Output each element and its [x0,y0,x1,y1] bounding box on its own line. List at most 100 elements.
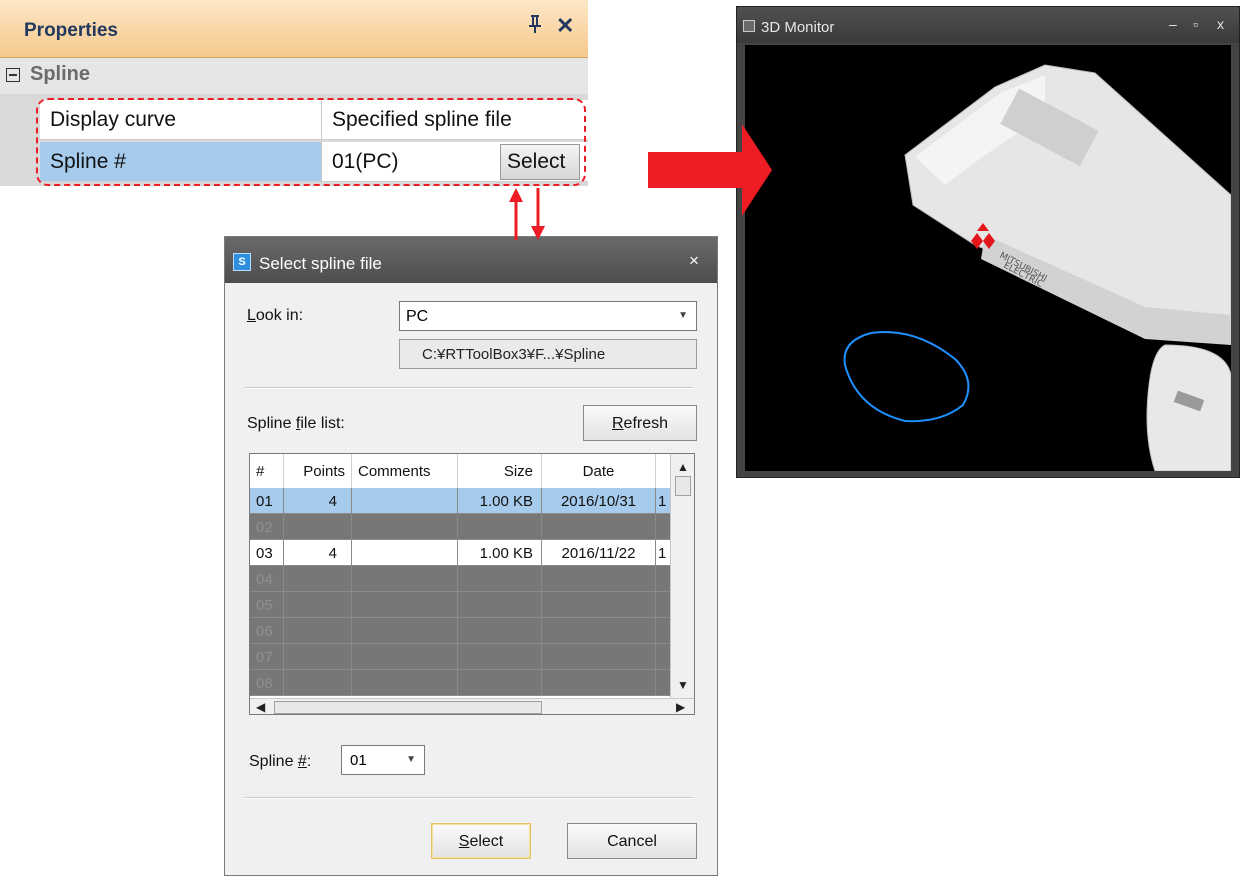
cell-extra: 1 [658,545,667,562]
label-accelerator: # [297,753,307,770]
table-row[interactable]: 07 [250,644,670,670]
scroll-up-icon[interactable]: ▲ [677,460,689,474]
cell-number: 05 [250,592,284,618]
cell-number: 06 [250,618,284,644]
table-row[interactable]: 01 4 1.00 KB 2016/10/31 1 [250,488,670,514]
button-text: elect [469,833,504,850]
spline-number-label: Spline #: [249,753,311,771]
cell-comments [352,592,458,618]
label-text: ile list: [300,415,345,432]
monitor-titlebar[interactable]: 3D Monitor – ▫ x [737,7,1239,43]
monitor-title: 3D Monitor [761,19,835,36]
divider [245,387,693,389]
look-in-select[interactable]: PC ▼ [399,301,697,331]
cell-date [542,592,656,618]
cell-extra [656,592,670,618]
cell-size [458,644,542,670]
table-row[interactable]: 08 [250,670,670,696]
cell-extra [656,618,670,644]
cell-extra [656,514,670,540]
look-in-label: Look in: [247,307,303,325]
table-row[interactable]: 06 [250,618,670,644]
scroll-right-icon[interactable]: ▶ [676,700,685,714]
scroll-thumb[interactable] [274,701,542,714]
cell-extra [656,566,670,592]
cell-number: 04 [250,566,284,592]
cell-date: 2016/10/31 [542,488,656,514]
cell-date [542,514,656,540]
spline-number-select[interactable]: 01 ▼ [341,745,425,775]
3d-viewport[interactable]: MITSUBISHI ELECTRIC [745,45,1231,471]
scroll-down-icon[interactable]: ▼ [677,678,689,692]
cell-extra [656,644,670,670]
close-icon[interactable]: ✕ [556,13,574,39]
cell-size: 1.00 KB [458,540,542,566]
monitor-app-icon [743,20,755,32]
collapse-icon[interactable] [6,68,20,82]
column-header-points[interactable]: Points [284,454,352,488]
horizontal-scrollbar[interactable]: ◀ ▶ [250,698,694,714]
table-row[interactable]: 04 [250,566,670,592]
pin-glyph-icon [529,15,541,33]
column-header-comments[interactable]: Comments [352,454,458,488]
label-text: : [306,753,312,770]
table-row[interactable]: 05 [250,592,670,618]
cell-points [284,670,352,696]
cell-comments [352,540,458,566]
cell-size [458,514,542,540]
column-header-number[interactable]: # [250,454,284,488]
cell-number: 01 [250,488,284,514]
maximize-icon[interactable]: ▫ [1193,16,1198,32]
select-button[interactable]: Select [431,823,531,859]
pin-icon[interactable] [528,14,542,40]
label-text: Spline [247,415,296,432]
path-display: C:¥RTToolBox3¥F...¥Spline [399,339,697,369]
close-icon[interactable]: x [1217,16,1224,32]
close-icon[interactable]: × [689,251,699,271]
cell-comments [352,566,458,592]
cell-number: 08 [250,670,284,696]
robot-base-shape [1146,344,1231,471]
spline-file-table[interactable]: # Points Comments Size Date 01 4 1.00 KB 20… [249,453,695,715]
cell-comments [352,618,458,644]
cell-extra: 1 [658,493,667,510]
minimize-icon[interactable]: – [1169,16,1177,32]
refresh-button[interactable]: Refresh [583,405,697,441]
look-in-value: PC [406,308,429,325]
chevron-down-icon: ▼ [678,310,688,321]
cell-number: 02 [250,514,284,540]
divider [245,797,693,799]
label-text: ook in: [255,307,304,324]
up-arrow-head [509,188,523,202]
spline-curve [843,331,970,423]
category-spline[interactable]: Spline [0,58,588,94]
button-accelerator: S [458,833,470,850]
column-header-date[interactable]: Date [542,454,656,488]
cell-extra [656,670,670,696]
table-row[interactable]: 03 4 1.00 KB 2016/11/22 1 [250,540,670,566]
cell-size: 1.00 KB [458,488,542,514]
cell-points [284,618,352,644]
scroll-thumb[interactable] [675,476,691,496]
select-spline-dialog: S Select spline file × Look in: PC ▼ C:¥… [224,236,718,876]
dialog-title: Select spline file [259,254,382,273]
properties-header: Properties ✕ [0,0,588,58]
dialog-titlebar[interactable]: S Select spline file × [225,237,717,283]
highlight-frame [36,98,586,186]
robot-scene: MITSUBISHI ELECTRIC [843,64,1231,471]
cell-comments [352,488,458,514]
cell-points: 4 [284,540,352,566]
cell-date [542,618,656,644]
scroll-left-icon[interactable]: ◀ [256,700,265,714]
cancel-button[interactable]: Cancel [567,823,697,859]
cell-date: 2016/11/22 [542,540,656,566]
category-label: Spline [30,63,91,85]
vertical-scrollbar[interactable]: ▲ ▼ [670,454,694,698]
button-accelerator: R [611,415,624,432]
chevron-down-icon: ▼ [406,754,416,765]
table-row[interactable]: 02 [250,514,670,540]
column-header-size[interactable]: Size [458,454,542,488]
cell-number: 07 [250,644,284,670]
column-header-extra[interactable] [656,454,670,488]
cell-points [284,566,352,592]
